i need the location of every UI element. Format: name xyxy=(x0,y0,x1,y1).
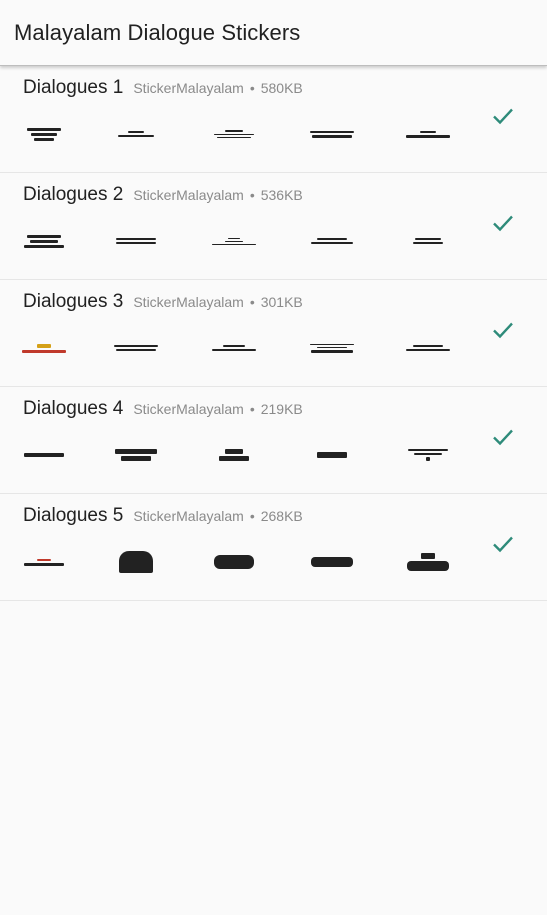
pack-header: Dialogues 2 StickerMalayalam • 536KB xyxy=(23,184,303,206)
sticker-pack-row[interactable]: Dialogues 1 StickerMalayalam • 580KB xyxy=(0,66,547,173)
sticker-preview-image xyxy=(14,114,74,154)
sticker-preview-image xyxy=(204,114,264,154)
pack-meta: StickerMalayalam • 536KB xyxy=(133,187,302,203)
check-icon[interactable] xyxy=(491,425,515,449)
sticker-preview-image xyxy=(106,542,166,582)
pack-name: Dialogues 2 xyxy=(23,184,124,205)
sticker-preview-image xyxy=(204,542,264,582)
sticker-preview-image xyxy=(106,221,166,261)
sticker-pack-row[interactable]: Dialogues 4 StickerMalayalam • 219KB xyxy=(0,387,547,494)
sticker-preview-image xyxy=(302,221,362,261)
pack-meta: StickerMalayalam • 268KB xyxy=(133,508,302,524)
check-icon[interactable] xyxy=(491,211,515,235)
sticker-pack-row[interactable]: Dialogues 2 StickerMalayalam • 536KB xyxy=(0,173,547,280)
sticker-preview-image xyxy=(302,328,362,368)
sticker-preview-image xyxy=(14,435,74,475)
pack-header: Dialogues 5 StickerMalayalam • 268KB xyxy=(23,505,303,527)
pack-size: 219KB xyxy=(260,401,303,417)
pack-meta: StickerMalayalam • 301KB xyxy=(133,294,302,310)
sticker-preview-image xyxy=(106,114,166,154)
sticker-pack-row[interactable]: Dialogues 3 StickerMalayalam • 301KB xyxy=(0,280,547,387)
pack-header: Dialogues 1 StickerMalayalam • 580KB xyxy=(23,77,303,99)
pack-size: 536KB xyxy=(260,187,303,203)
check-icon[interactable] xyxy=(491,318,515,342)
pack-publisher: StickerMalayalam xyxy=(133,80,244,96)
sticker-previews xyxy=(14,542,474,582)
sticker-previews xyxy=(14,435,474,475)
sticker-preview-image xyxy=(398,114,458,154)
pack-name: Dialogues 3 xyxy=(23,291,124,312)
sticker-preview-image xyxy=(106,435,166,475)
sticker-preview-image xyxy=(204,435,264,475)
sticker-preview-image xyxy=(302,114,362,154)
sticker-preview-image xyxy=(302,542,362,582)
pack-header: Dialogues 3 StickerMalayalam • 301KB xyxy=(23,291,303,313)
app-bar: Malayalam Dialogue Stickers xyxy=(0,0,547,66)
meta-separator: • xyxy=(249,80,255,96)
pack-size: 301KB xyxy=(260,294,303,310)
pack-meta: StickerMalayalam • 219KB xyxy=(133,401,302,417)
sticker-pack-list: Dialogues 1 StickerMalayalam • 580KB Dialo… xyxy=(0,66,547,601)
sticker-preview-image xyxy=(204,328,264,368)
pack-meta: StickerMalayalam • 580KB xyxy=(133,80,302,96)
sticker-previews xyxy=(14,328,474,368)
sticker-preview-image xyxy=(398,221,458,261)
sticker-pack-row[interactable]: Dialogues 5 StickerMalayalam • 268KB xyxy=(0,494,547,601)
pack-publisher: StickerMalayalam xyxy=(133,508,244,524)
app-title: Malayalam Dialogue Stickers xyxy=(14,19,301,45)
meta-separator: • xyxy=(249,401,255,417)
pack-name: Dialogues 1 xyxy=(23,77,124,98)
sticker-previews xyxy=(14,114,474,154)
pack-publisher: StickerMalayalam xyxy=(133,401,244,417)
pack-name: Dialogues 5 xyxy=(23,505,124,526)
pack-publisher: StickerMalayalam xyxy=(133,294,244,310)
sticker-preview-image xyxy=(14,221,74,261)
sticker-preview-image xyxy=(398,328,458,368)
sticker-preview-image xyxy=(398,435,458,475)
meta-separator: • xyxy=(249,508,255,524)
pack-publisher: StickerMalayalam xyxy=(133,187,244,203)
pack-size: 268KB xyxy=(260,508,303,524)
pack-name: Dialogues 4 xyxy=(23,398,124,419)
meta-separator: • xyxy=(249,294,255,310)
meta-separator: • xyxy=(249,187,255,203)
pack-size: 580KB xyxy=(260,80,303,96)
check-icon[interactable] xyxy=(491,104,515,128)
check-icon[interactable] xyxy=(491,532,515,556)
pack-header: Dialogues 4 StickerMalayalam • 219KB xyxy=(23,398,303,420)
sticker-preview-image xyxy=(106,328,166,368)
sticker-previews xyxy=(14,221,474,261)
sticker-preview-image xyxy=(302,435,362,475)
sticker-preview-image xyxy=(204,221,264,261)
sticker-preview-image xyxy=(14,328,74,368)
sticker-preview-image xyxy=(14,542,74,582)
sticker-preview-image xyxy=(398,542,458,582)
